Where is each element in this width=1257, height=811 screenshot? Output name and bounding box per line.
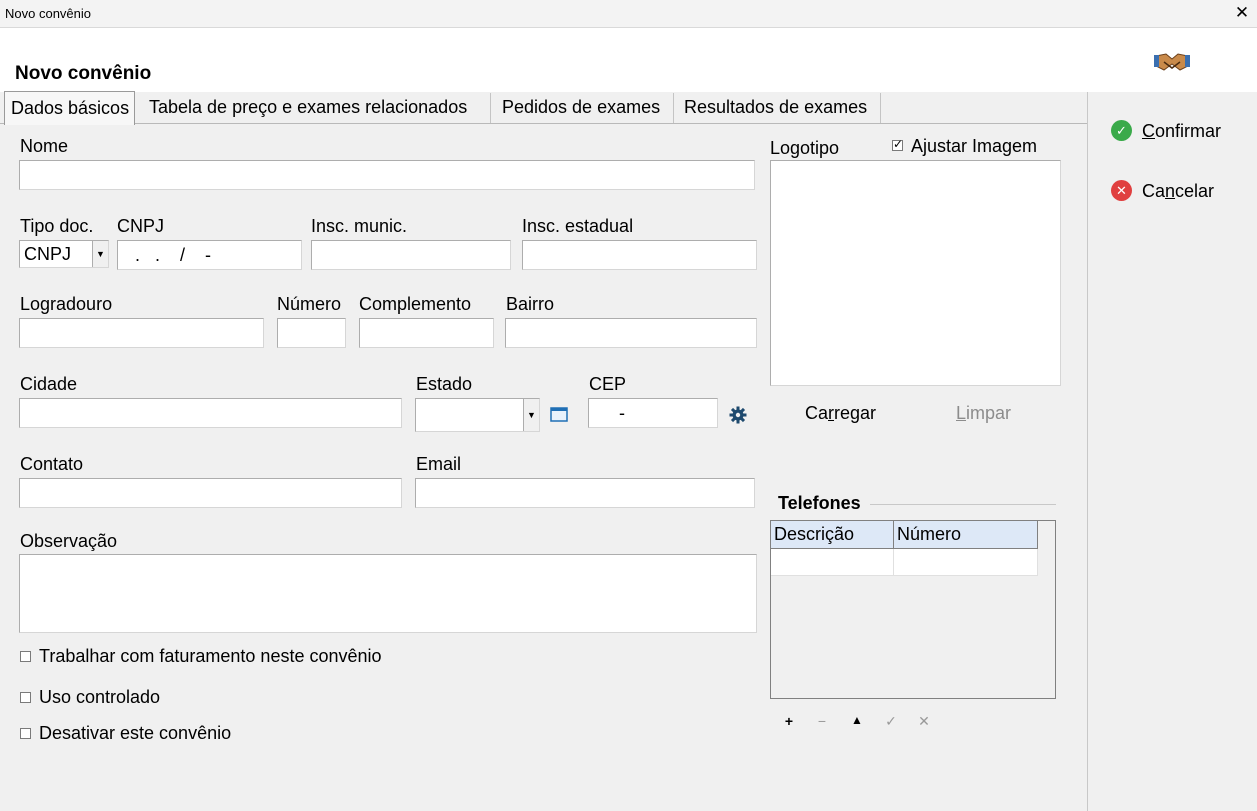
faturamento-checkbox[interactable]: Trabalhar com faturamento neste convênio <box>20 646 440 668</box>
cep-field[interactable]: - <box>588 398 718 428</box>
move-up-icon[interactable]: ▲ <box>849 713 865 727</box>
insc-estadual-field[interactable] <box>522 240 757 270</box>
uso-controlado-label: Uso controlado <box>39 687 161 707</box>
nome-label: Nome <box>20 136 69 156</box>
numero-field[interactable] <box>277 318 346 348</box>
window-title: Novo convênio <box>5 6 91 21</box>
table-row-cell[interactable] <box>894 549 1038 576</box>
checkbox-box[interactable] <box>20 651 31 662</box>
logotipo-image-box <box>770 160 1061 386</box>
tipo-doc-label: Tipo doc. <box>20 216 94 236</box>
limpar-button[interactable]: Limpar <box>956 403 1011 424</box>
logradouro-label: Logradouro <box>20 294 113 314</box>
grid-header-numero[interactable]: Número <box>894 521 1038 549</box>
grid-header-descricao[interactable]: Descrição <box>771 521 894 549</box>
cidade-label: Cidade <box>20 374 78 394</box>
cnpj-label: CNPJ <box>117 216 165 236</box>
page-title: Novo convênio <box>15 63 152 84</box>
nome-field[interactable] <box>19 160 755 190</box>
bairro-field[interactable] <box>505 318 757 348</box>
estado-select[interactable]: ▼ <box>415 398 540 432</box>
telefones-grid[interactable]: Descrição Número <box>770 520 1056 699</box>
tab-tabela-preco[interactable]: Tabela de preço e exames relacionados <box>138 93 491 123</box>
tab-dados-basicos[interactable]: Dados básicos <box>4 91 135 125</box>
complemento-label: Complemento <box>359 294 472 314</box>
ajustar-imagem-checkbox[interactable]: Ajustar Imagem <box>892 136 1057 158</box>
observacao-label: Observação <box>20 531 118 551</box>
observacao-textarea[interactable] <box>19 554 757 633</box>
desativar-label: Desativar este convênio <box>39 723 232 743</box>
estado-label: Estado <box>416 374 473 394</box>
ajustar-imagem-label: Ajustar Imagem <box>911 136 1038 156</box>
email-field[interactable] <box>415 478 755 508</box>
logradouro-field[interactable] <box>19 318 264 348</box>
telefones-divider <box>870 504 1056 505</box>
desativar-checkbox[interactable]: Desativar este convênio <box>20 723 280 745</box>
tipo-doc-select[interactable]: CNPJ ▼ <box>19 240 109 268</box>
contato-label: Contato <box>20 454 84 474</box>
numero-label: Número <box>277 294 342 314</box>
cancel-label: Cancelar <box>1142 181 1215 201</box>
cep-label: CEP <box>589 374 627 394</box>
insc-munic-field[interactable] <box>311 240 511 270</box>
telefones-title: Telefones <box>778 493 861 513</box>
window-icon[interactable] <box>550 407 568 422</box>
uso-controlado-checkbox[interactable]: Uso controlado <box>20 687 220 709</box>
cidade-field[interactable] <box>19 398 402 428</box>
insc-munic-label: Insc. munic. <box>311 216 408 236</box>
close-circle-icon: ✕ <box>1111 180 1132 201</box>
add-icon[interactable]: + <box>781 713 797 729</box>
carregar-button[interactable]: Carregar <box>805 403 876 424</box>
checkbox-box[interactable] <box>20 692 31 703</box>
complemento-field[interactable] <box>359 318 494 348</box>
cancel-button[interactable]: ✕ Cancelar <box>1111 180 1241 204</box>
cnpj-field[interactable]: . . / - <box>117 240 302 270</box>
tipo-doc-value: CNPJ <box>24 244 72 264</box>
tab-pedidos-exames[interactable]: Pedidos de exames <box>491 93 674 123</box>
handshake-icon <box>1154 53 1190 71</box>
chevron-down-icon[interactable]: ▼ <box>92 241 108 267</box>
checkbox-box[interactable] <box>892 137 903 151</box>
chevron-down-icon[interactable]: ▼ <box>523 399 539 431</box>
window-titlebar: Novo convênio ✕ <box>0 0 1257 28</box>
faturamento-label: Trabalhar com faturamento neste convênio <box>39 646 382 666</box>
tabstrip-baseline <box>0 123 1087 124</box>
insc-estadual-label: Insc. estadual <box>522 216 634 236</box>
bairro-label: Bairro <box>506 294 555 314</box>
email-label: Email <box>416 454 462 474</box>
close-icon[interactable]: ✕ <box>916 713 932 730</box>
contato-field[interactable] <box>19 478 402 508</box>
gear-icon[interactable] <box>729 406 747 424</box>
tab-resultados-exames[interactable]: Resultados de exames <box>674 93 881 123</box>
logotipo-label: Logotipo <box>770 138 840 158</box>
check-circle-icon: ✓ <box>1111 120 1132 141</box>
confirm-label: Confirmar <box>1142 121 1222 141</box>
remove-icon[interactable]: − <box>814 713 830 729</box>
close-icon[interactable]: ✕ <box>1233 3 1251 23</box>
dialog-header: Novo convênio <box>0 28 1257 92</box>
confirm-button[interactable]: ✓ Confirmar <box>1111 120 1241 144</box>
table-row-cell[interactable] <box>771 549 894 576</box>
check-icon[interactable]: ✓ <box>883 713 899 730</box>
checkbox-box[interactable] <box>20 728 31 739</box>
